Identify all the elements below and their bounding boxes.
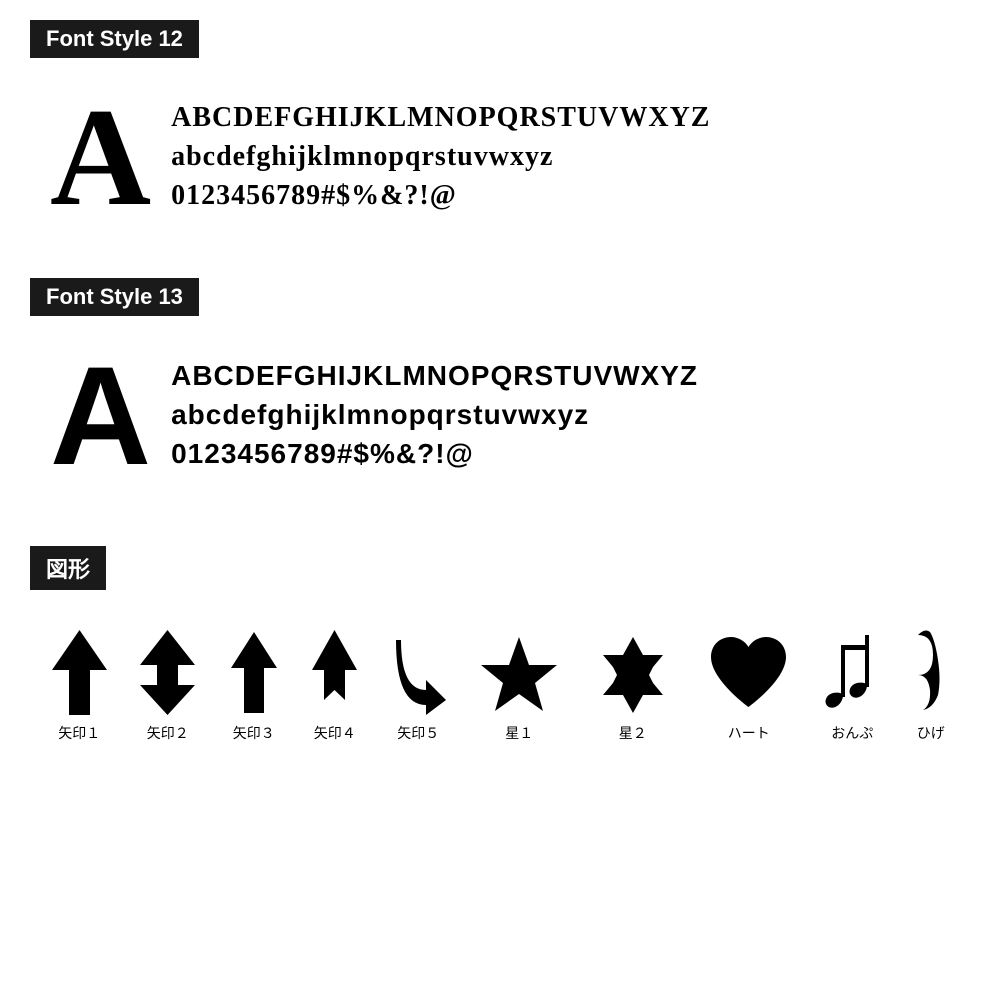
arrow2-label: 矢印２ bbox=[147, 723, 189, 743]
style13-line-3: 0123456789#$%&?!@ bbox=[171, 434, 698, 473]
arrow3-icon bbox=[229, 630, 279, 715]
style12-line-1: ABCDEFGHIJKLMNOPQRSTUVWXYZ bbox=[171, 98, 710, 137]
font-style-13-header: Font Style 13 bbox=[30, 278, 970, 336]
style12-line-3: 0123456789#$%&?!@ bbox=[171, 176, 710, 215]
font-display-12: A ABCDEFGHIJKLMNOPQRSTUVWXYZ abcdefghijk… bbox=[30, 78, 970, 238]
style13-line-2: abcdefghijklmnopqrstuvwxyz bbox=[171, 395, 698, 434]
shape-item-star2: 星２ bbox=[593, 635, 673, 743]
style13-line-1: ABCDEFGHIJKLMNOPQRSTUVWXYZ bbox=[171, 356, 698, 395]
note-label: おんぷ bbox=[831, 723, 873, 743]
font-display-13: A ABCDEFGHIJKLMNOPQRSTUVWXYZ abcdefghijk… bbox=[30, 336, 970, 496]
arrow1-label: 矢印１ bbox=[58, 723, 100, 743]
arrow3-label: 矢印３ bbox=[233, 723, 275, 743]
arrow5-label: 矢印５ bbox=[397, 723, 439, 743]
star2-label: 星２ bbox=[619, 723, 647, 743]
shape-item-note: おんぷ bbox=[825, 635, 880, 743]
star1-label: 星１ bbox=[505, 723, 533, 743]
font-style-12-section: Font Style 12 A ABCDEFGHIJKLMNOPQRSTUVWX… bbox=[30, 20, 970, 238]
alphabet-lines-12: ABCDEFGHIJKLMNOPQRSTUVWXYZ abcdefghijklm… bbox=[171, 88, 710, 216]
shape-item-arrow5: 矢印５ bbox=[391, 630, 446, 743]
shapes-grid: 矢印１ 矢印２ 矢印３ bbox=[30, 610, 970, 743]
shapes-header: 図形 bbox=[30, 546, 970, 610]
mustache-icon bbox=[913, 630, 948, 715]
star2-icon bbox=[593, 635, 673, 715]
note-icon bbox=[825, 635, 880, 715]
mustache-label: ひげ bbox=[917, 723, 945, 743]
style12-line-2: abcdefghijklmnopqrstuvwxyz bbox=[171, 137, 710, 176]
font-style-13-section: Font Style 13 A ABCDEFGHIJKLMNOPQRSTUVWX… bbox=[30, 278, 970, 496]
shape-item-mustache: ひげ bbox=[913, 630, 948, 743]
heart-icon bbox=[706, 635, 791, 715]
big-letter-12: A bbox=[50, 88, 151, 228]
arrow5-icon bbox=[391, 630, 446, 715]
big-letter-13: A bbox=[50, 346, 151, 486]
shapes-section: 図形 矢印１ 矢印２ bbox=[30, 546, 970, 743]
page-container: Font Style 12 A ABCDEFGHIJKLMNOPQRSTUVWX… bbox=[0, 0, 1000, 763]
font-style-12-header: Font Style 12 bbox=[30, 20, 970, 78]
shape-item-arrow4: 矢印４ bbox=[312, 630, 357, 743]
shape-item-arrow3: 矢印３ bbox=[229, 630, 279, 743]
shape-item-star1: 星１ bbox=[479, 635, 559, 743]
arrow1-icon bbox=[52, 630, 107, 715]
alphabet-lines-13: ABCDEFGHIJKLMNOPQRSTUVWXYZ abcdefghijklm… bbox=[171, 346, 698, 474]
star1-icon bbox=[479, 635, 559, 715]
arrow4-label: 矢印４ bbox=[314, 723, 356, 743]
arrow4-icon bbox=[312, 630, 357, 715]
shape-item-arrow2: 矢印２ bbox=[140, 630, 195, 743]
shape-item-arrow1: 矢印１ bbox=[52, 630, 107, 743]
arrow2-icon bbox=[140, 630, 195, 715]
heart-label: ハート bbox=[728, 723, 770, 743]
shape-item-heart: ハート bbox=[706, 635, 791, 743]
